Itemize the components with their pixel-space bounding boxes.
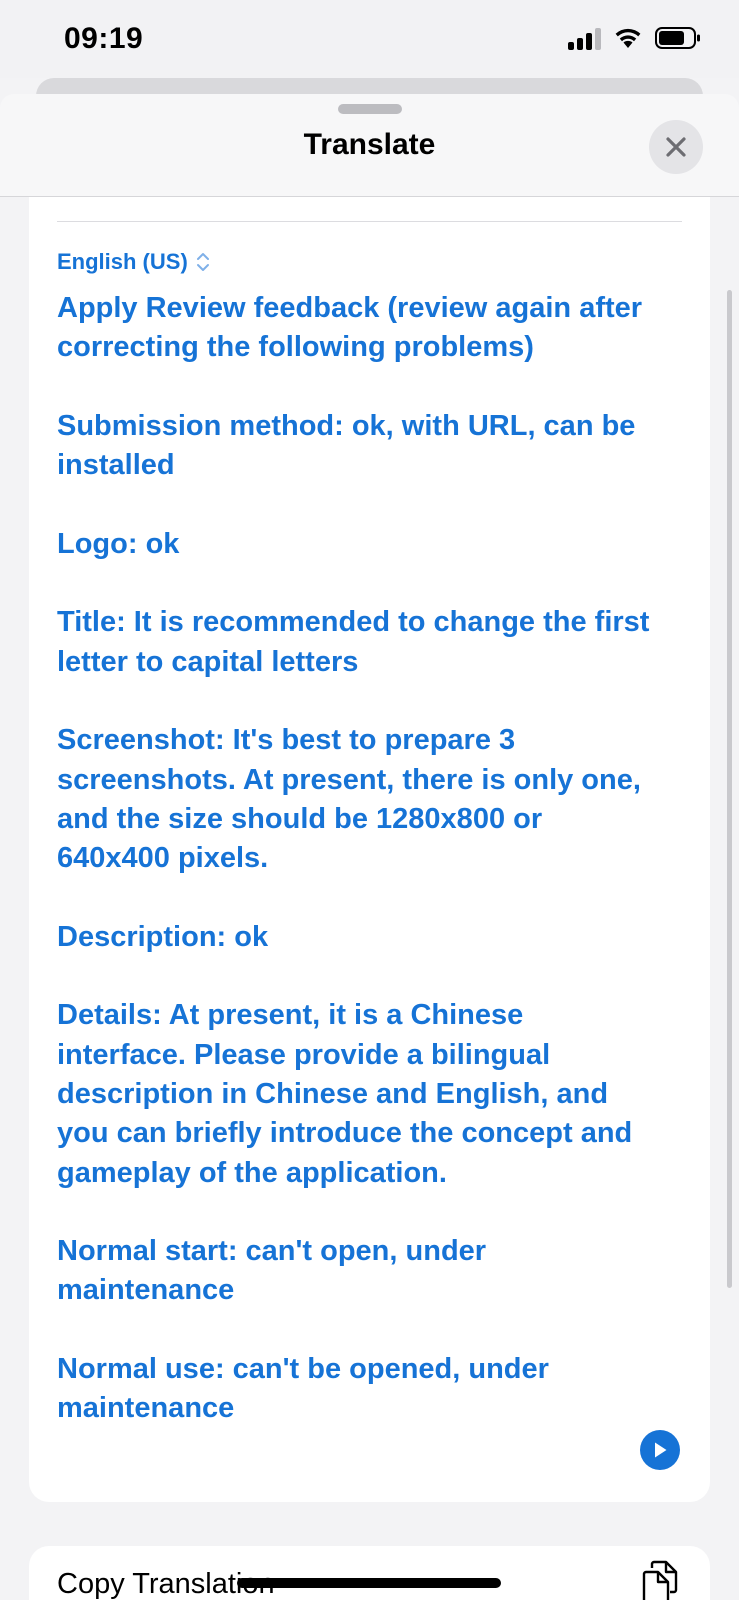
translated-paragraph: Details: At present, it is a Chinese int… xyxy=(57,999,633,1189)
translated-paragraph: Submission method: ok, with URL, can be … xyxy=(57,409,636,482)
close-button[interactable] xyxy=(649,120,703,174)
battery-icon xyxy=(655,27,700,49)
copy-icon xyxy=(642,1560,678,1600)
play-button[interactable] xyxy=(640,1430,680,1470)
status-bar: 09:19 xyxy=(0,0,739,78)
signal-icon xyxy=(568,26,601,50)
translated-paragraph: Normal use: can't be opened, under maint… xyxy=(57,1353,549,1425)
translation-card: English (US) Apply Review feedback (revi… xyxy=(29,197,710,1502)
language-picker[interactable]: English (US) xyxy=(57,249,210,275)
status-time: 09:19 xyxy=(64,22,144,55)
chevron-up-down-icon xyxy=(196,253,209,271)
home-indicator[interactable] xyxy=(237,1578,501,1588)
translated-paragraph: Logo: ok xyxy=(57,527,180,560)
wifi-icon xyxy=(615,28,641,48)
sheet-grabber[interactable] xyxy=(338,104,402,114)
sheet-header: Translate xyxy=(0,94,739,197)
translate-screen: 09:19 Translate English (US) Apply Revie… xyxy=(0,0,739,1600)
language-label: English (US) xyxy=(57,249,188,274)
play-icon xyxy=(655,1442,667,1458)
close-icon xyxy=(666,137,686,157)
translated-paragraph: Title: It is recommended to change the f… xyxy=(57,606,650,678)
sheet-title: Translate xyxy=(303,128,436,161)
translated-text[interactable]: Apply Review feedback (review again afte… xyxy=(57,289,657,1429)
card-divider xyxy=(57,221,682,222)
translated-paragraph: Screenshot: It's best to prepare 3 scree… xyxy=(57,724,641,875)
translated-paragraph: Description: ok xyxy=(57,920,269,953)
scroll-indicator[interactable] xyxy=(727,290,732,1288)
status-icons xyxy=(568,26,701,50)
copy-translation-button[interactable]: Copy Translation xyxy=(29,1546,710,1600)
translated-paragraph: Apply Review feedback (review again afte… xyxy=(57,292,643,364)
translated-paragraph: Normal start: can't open, under maintena… xyxy=(57,1235,487,1307)
